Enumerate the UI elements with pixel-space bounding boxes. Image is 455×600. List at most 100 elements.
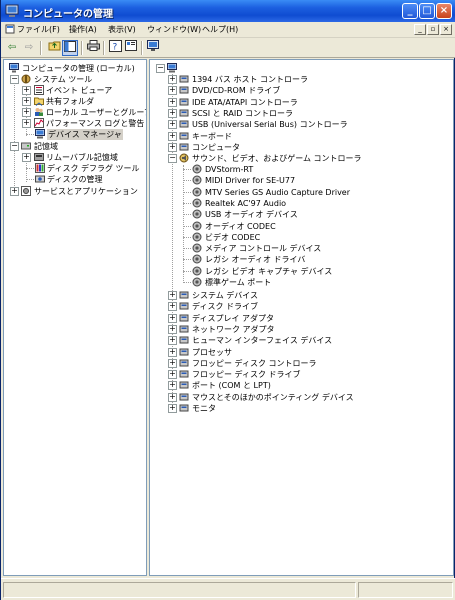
- expand-icon[interactable]: +: [168, 131, 177, 141]
- tree-guide: [183, 169, 191, 170]
- expand-icon[interactable]: +: [168, 108, 177, 118]
- device-category-icon: [179, 98, 189, 106]
- forward-icon[interactable]: ⇨: [21, 40, 37, 56]
- expand-icon[interactable]: +: [22, 108, 31, 117]
- expand-icon[interactable]: +: [168, 324, 177, 334]
- expand-icon[interactable]: +: [168, 75, 177, 84]
- mdi-button-group: _ ▫ ×: [413, 24, 452, 36]
- menu-window[interactable]: ウィンドウ(W): [147, 24, 201, 36]
- minimize-button[interactable]: _: [402, 3, 418, 19]
- collapse-icon[interactable]: −: [156, 64, 165, 73]
- device-item-label: メディア コントロール デバイス: [205, 244, 322, 254]
- expand-icon[interactable]: +: [168, 97, 177, 107]
- print-icon[interactable]: [85, 40, 101, 56]
- device-category-label: プロセッサ: [192, 347, 232, 357]
- back-icon[interactable]: ⇦: [4, 40, 20, 56]
- expand-icon[interactable]: +: [168, 313, 177, 323]
- tree-guide: [183, 248, 191, 250]
- collapse-icon[interactable]: −: [10, 142, 19, 151]
- expand-icon[interactable]: +: [168, 86, 177, 96]
- device-manager-view-icon[interactable]: [145, 40, 161, 56]
- mdi-close-button[interactable]: ×: [440, 24, 452, 35]
- expand-icon[interactable]: +: [168, 336, 177, 346]
- device-item-label: DVStorm-RT: [205, 165, 254, 174]
- collapse-icon[interactable]: −: [168, 154, 177, 163]
- expand-icon[interactable]: +: [168, 291, 177, 300]
- device-item-label: MIDI Driver for SE-U77: [205, 176, 296, 186]
- tree-guide: [183, 259, 191, 261]
- properties-icon[interactable]: [123, 40, 139, 56]
- tree-guide: [183, 180, 191, 182]
- device-category-label: モニタ: [192, 404, 216, 413]
- tree-guide: [183, 202, 191, 204]
- expand-icon[interactable]: +: [168, 120, 177, 130]
- device-category-label: ヒューマン インターフェイス デバイス: [192, 336, 333, 346]
- device-category-icon: [179, 381, 189, 389]
- mdi-restore-button[interactable]: ▫: [427, 24, 439, 35]
- menu-file[interactable]: ファイル(F): [5, 24, 60, 36]
- expand-icon[interactable]: +: [10, 187, 19, 196]
- sound-video-icon: [179, 153, 189, 163]
- device-tree-pane[interactable]: − +1394 バス ホスト コントローラ + DVD/CD-ROM ドライブ + ID…: [149, 59, 454, 576]
- title-bar[interactable]: コンピュータの管理 _ □ ×: [1, 0, 455, 22]
- console-tree-pane[interactable]: コンピュータの管理 (ローカル) − システム ツール + イベント ビューア …: [3, 59, 147, 576]
- close-button[interactable]: ×: [436, 3, 452, 19]
- storage-icon: [21, 142, 31, 150]
- toolbar-separator: [103, 41, 105, 55]
- maximize-button[interactable]: □: [419, 3, 435, 19]
- expand-icon[interactable]: +: [168, 392, 177, 402]
- window-title: コンピュータの管理: [23, 9, 113, 20]
- device-category-label: フロッピー ディスク ドライブ: [192, 370, 301, 380]
- tree-item-label: システム ツール: [34, 75, 93, 84]
- tree-guide: [183, 270, 191, 272]
- device-category-icon: [179, 109, 189, 117]
- tree-item-label: リムーバブル記憶域: [46, 153, 118, 162]
- expand-icon[interactable]: +: [168, 370, 177, 380]
- device-category-icon: [179, 120, 189, 128]
- sound-device-icon: [192, 232, 202, 242]
- expand-icon[interactable]: +: [168, 142, 177, 152]
- menu-bar: ファイル(F) 操作(A) 表示(V) ウィンドウ(W) ヘルプ(H) _ ▫ ×: [1, 22, 455, 38]
- menu-action[interactable]: 操作(A): [69, 24, 97, 36]
- device-item-label: レガシ ビデオ キャプチャ デバイス: [205, 266, 333, 276]
- users-icon: [35, 108, 43, 116]
- show-hide-tree-icon[interactable]: [62, 40, 78, 56]
- menu-help[interactable]: ヘルプ(H): [202, 24, 238, 36]
- expand-icon[interactable]: +: [168, 347, 177, 357]
- device-category-label: USB (Universal Serial Bus) コントローラ: [192, 120, 348, 130]
- expand-icon[interactable]: +: [168, 302, 177, 312]
- tree-guide: [183, 165, 184, 281]
- mdi-minimize-button[interactable]: _: [414, 24, 426, 35]
- toolbar: ⇦ ⇨ ?: [1, 38, 455, 58]
- computer-management-icon: [5, 4, 19, 17]
- sound-device-icon: [192, 164, 202, 174]
- toolbar-separator: [81, 41, 83, 55]
- tree-item-label: 記憶域: [34, 142, 58, 151]
- expand-icon[interactable]: +: [22, 119, 31, 128]
- expand-icon[interactable]: +: [22, 86, 31, 95]
- expand-icon[interactable]: +: [168, 381, 177, 391]
- device-category-icon: [179, 325, 189, 333]
- device-category-icon: [179, 404, 189, 412]
- up-folder-icon[interactable]: [46, 40, 62, 56]
- menu-view[interactable]: 表示(V): [108, 24, 136, 36]
- help-icon[interactable]: ?: [107, 40, 123, 56]
- device-category-label: コンピュータ: [192, 142, 240, 152]
- expand-icon[interactable]: +: [168, 404, 177, 413]
- tree-item-label: サービスとアプリケーション: [34, 187, 138, 196]
- device-category-label: IDE ATA/ATAPI コントローラ: [192, 97, 298, 107]
- tree-root-label: コンピュータの管理 (ローカル): [22, 64, 135, 73]
- expand-icon[interactable]: +: [22, 97, 31, 106]
- tree-item-label: 共有フォルダ: [46, 97, 94, 106]
- device-category-icon: [179, 370, 189, 378]
- services-icon: [21, 186, 31, 196]
- device-category-icon: [179, 314, 189, 322]
- disk-management-icon: [35, 175, 45, 183]
- expand-icon[interactable]: +: [168, 358, 177, 368]
- collapse-icon[interactable]: −: [10, 75, 19, 84]
- device-item-label: オーディオ CODEC: [205, 221, 276, 231]
- device-manager-icon: [35, 129, 45, 139]
- expand-icon[interactable]: +: [22, 153, 31, 162]
- device-category-icon: [179, 359, 189, 367]
- tree-guide: [26, 134, 34, 135]
